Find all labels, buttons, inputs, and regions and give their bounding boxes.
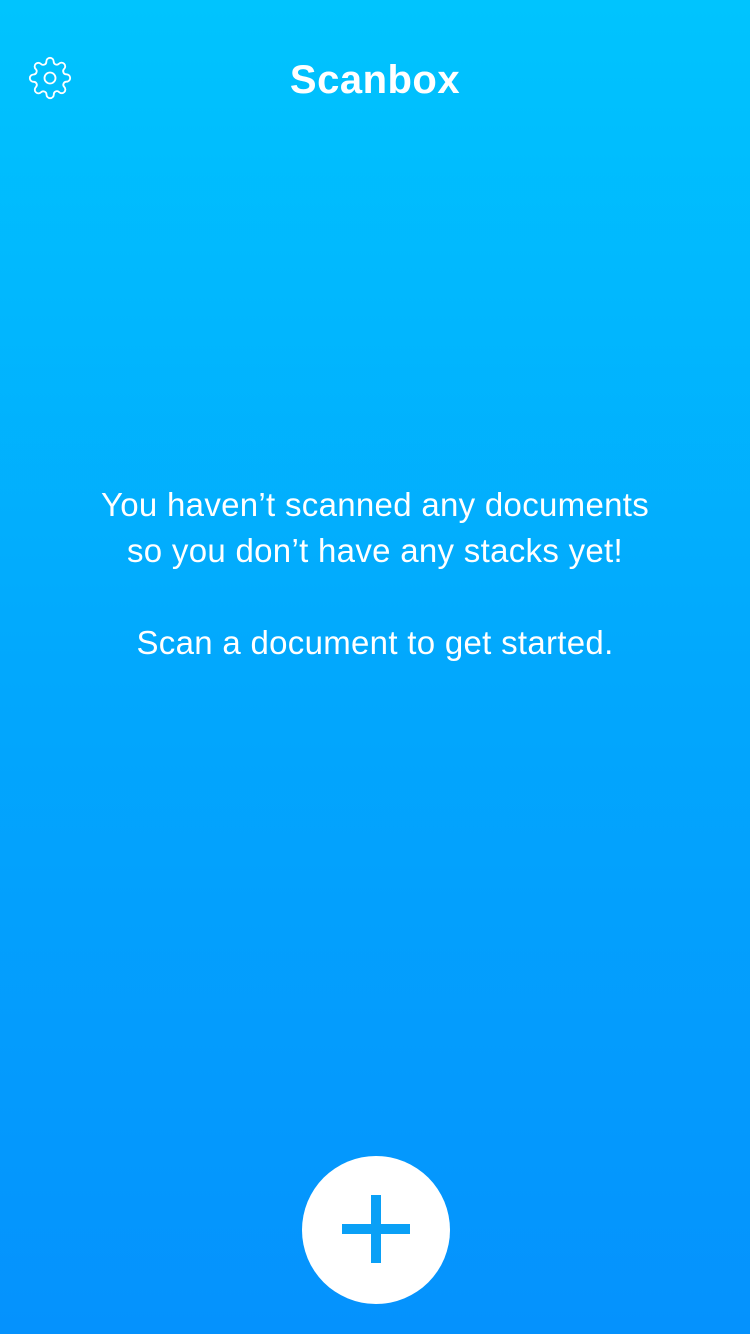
empty-state-line-1: You haven’t scanned any documents xyxy=(100,486,650,523)
home-screen: Scanbox You haven’t scanned any document… xyxy=(0,0,750,1334)
navigation-bar: Scanbox xyxy=(0,0,750,160)
app-title: Scanbox xyxy=(289,58,461,102)
add-scan-button[interactable] xyxy=(302,1156,450,1304)
empty-state-hint: Scan a document to get started. xyxy=(136,624,614,661)
empty-state-line-2: so you don’t have any stacks yet! xyxy=(126,532,623,569)
empty-state-message: You haven’t scanned any documents so you… xyxy=(60,482,690,666)
